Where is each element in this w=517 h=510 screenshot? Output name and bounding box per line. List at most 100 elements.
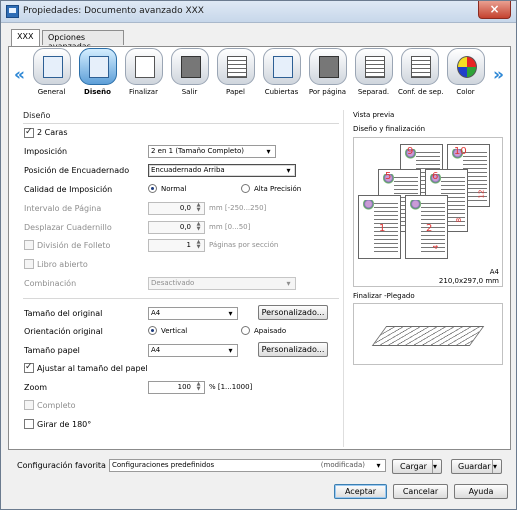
- orientation-landscape-label: Apaisado: [254, 327, 287, 335]
- fit-paper-checkbox[interactable]: [24, 362, 34, 373]
- toolbar-output[interactable]: Salir: [168, 48, 211, 103]
- toolbar-design[interactable]: Diseño: [76, 48, 119, 103]
- toolbar-general[interactable]: General: [30, 48, 73, 103]
- size-divider: [23, 298, 339, 299]
- accept-button[interactable]: Aceptar: [334, 484, 387, 499]
- quality-normal-label: Normal: [161, 185, 187, 193]
- load-button[interactable]: Cargar ▾: [392, 459, 442, 474]
- favorite-settings-select[interactable]: Configuraciones predefinidos (modificada)…: [109, 459, 386, 472]
- covers-icon: [262, 48, 301, 85]
- paper-size-custom-button[interactable]: Personalizado...: [258, 342, 328, 357]
- paper-icon: [216, 48, 255, 85]
- complete-checkbox[interactable]: [24, 400, 34, 410]
- save-button-label: Guardar: [458, 462, 491, 471]
- fold-preview-box: [353, 303, 503, 365]
- favorite-settings-status: (modificada): [320, 461, 365, 469]
- zoom-spinbox[interactable]: 100 ▲ ▼: [148, 381, 205, 394]
- toolbar-per-page-label: Por página: [308, 88, 347, 96]
- two-sides-checkbox[interactable]: [24, 127, 34, 138]
- toolbar-separator-settings-label: Conf. de sep.: [398, 88, 444, 96]
- paper-size-mm: 210,0x297,0 mm: [438, 277, 499, 285]
- finish-icon: [124, 48, 163, 85]
- page-interval-spinbox[interactable]: 0,0 ▲ ▼: [148, 202, 205, 215]
- imposition-select[interactable]: 2 en 1 (Tamaño Completo) ▾: [148, 145, 276, 158]
- page-interval-unit: mm [-250...250]: [209, 204, 267, 212]
- design-divider: [23, 123, 339, 124]
- paper-size-select[interactable]: A4 ▾: [148, 344, 238, 357]
- design-settings-panel: Diseño 2 Caras Imposición 2 en 1 (Tamaño…: [19, 110, 344, 447]
- two-sides-label: 2 Caras: [37, 128, 68, 137]
- original-orientation-label: Orientación original: [24, 327, 103, 336]
- page-number: 6: [432, 171, 439, 182]
- orientation-vertical-radio[interactable]: [148, 326, 157, 335]
- preview-design-title: Diseño y finalización: [353, 125, 426, 133]
- toolbar-finish[interactable]: Finalizar: [122, 48, 165, 103]
- toolbar-separator-settings[interactable]: Conf. de sep.: [398, 48, 444, 103]
- tab-panel: « General Diseño Finalizar Salir Papel C…: [8, 46, 511, 450]
- rotate-180-checkbox[interactable]: [24, 419, 34, 429]
- open-book-checkbox[interactable]: [24, 259, 34, 269]
- scroll-right-arrow-icon[interactable]: »: [493, 65, 504, 85]
- title-bar: Propiedades: Documento avanzado XXX ×: [1, 1, 516, 23]
- original-size-custom-button[interactable]: Personalizado...: [258, 305, 328, 320]
- original-size-select[interactable]: A4 ▾: [148, 307, 238, 320]
- chevron-down-icon: ▾: [266, 147, 271, 156]
- paper-size-a4: A4: [489, 268, 499, 276]
- tab-advanced-options[interactable]: Opciones avanzadas: [42, 30, 124, 51]
- toolbar-output-label: Salir: [181, 88, 198, 96]
- toolbar-paper-label: Papel: [226, 88, 245, 96]
- booklet-division-label: División de Folleto: [37, 241, 111, 250]
- toolbar-design-label: Diseño: [84, 88, 111, 96]
- booklet-shift-spinbox[interactable]: 0,0 ▲ ▼: [148, 221, 205, 234]
- zoom-unit: % [1...1000]: [209, 383, 253, 391]
- combination-label: Combinación: [24, 279, 77, 288]
- tab-xxx[interactable]: XXX: [11, 29, 40, 46]
- spin-buttons-icon[interactable]: ▲ ▼: [193, 222, 204, 233]
- scroll-left-arrow-icon[interactable]: «: [14, 65, 25, 85]
- design-group-label: Diseño: [23, 111, 51, 120]
- toolbar-covers-label: Cubiertas: [264, 88, 299, 96]
- booklet-division-checkbox[interactable]: [24, 240, 34, 250]
- spin-buttons-icon[interactable]: ▲ ▼: [193, 203, 204, 214]
- load-dropdown-icon[interactable]: ▾: [432, 460, 441, 473]
- quality-high-radio[interactable]: [241, 184, 250, 193]
- toolbar-separators[interactable]: Separad.: [352, 48, 395, 103]
- save-dropdown-icon[interactable]: ▾: [492, 460, 501, 473]
- toolbar-paper[interactable]: Papel: [214, 48, 257, 103]
- color-icon: [446, 48, 485, 85]
- cancel-button[interactable]: Cancelar: [393, 484, 448, 499]
- separator-settings-icon: [400, 48, 439, 85]
- spin-buttons-icon[interactable]: ▲ ▼: [193, 382, 204, 393]
- preview-page: 2: [405, 195, 448, 259]
- quality-high-label: Alta Precisión: [254, 185, 302, 193]
- page-interval-label: Intervalo de Página: [24, 204, 102, 213]
- load-button-label: Cargar: [400, 462, 427, 471]
- toolbar-covers[interactable]: Cubiertas: [260, 48, 303, 103]
- design-icon: [78, 48, 117, 85]
- toolbar-finish-label: Finalizar: [129, 88, 158, 96]
- spin-buttons-icon[interactable]: ▲ ▼: [193, 240, 204, 251]
- quality-normal-radio[interactable]: [148, 184, 157, 193]
- page-number: 1: [379, 223, 386, 234]
- combination-select[interactable]: Desactivado ▾: [148, 277, 296, 290]
- spin-down-icon: ▼: [196, 226, 201, 232]
- save-button[interactable]: Guardar ▾: [451, 459, 502, 474]
- booklet-shift-unit: mm [0...50]: [209, 223, 251, 231]
- chevron-down-icon: ▾: [286, 166, 291, 175]
- favorite-settings-value: Configuraciones predefinidos: [112, 461, 215, 469]
- fit-paper-label: Ajustar al tamaño del papel: [37, 364, 148, 373]
- close-button[interactable]: ×: [478, 1, 511, 19]
- imposition-value: 2 en 1 (Tamaño Completo): [151, 147, 244, 155]
- toolbar-color[interactable]: Color: [444, 48, 487, 103]
- help-button[interactable]: Ayuda: [454, 484, 508, 499]
- output-icon: [170, 48, 209, 85]
- general-icon: [32, 48, 71, 85]
- original-size-label: Tamaño del original: [24, 309, 103, 318]
- toolbar-color-label: Color: [456, 88, 475, 96]
- separators-icon: [354, 48, 393, 85]
- binding-position-select[interactable]: Encuadernado Arriba ▾: [148, 164, 296, 177]
- toolbar-per-page[interactable]: Por página: [306, 48, 349, 103]
- booklet-division-spinbox[interactable]: 1 ▲ ▼: [148, 239, 205, 252]
- orientation-landscape-radio[interactable]: [241, 326, 250, 335]
- favorite-settings-row: Configuración favorita Configuraciones p…: [9, 456, 510, 474]
